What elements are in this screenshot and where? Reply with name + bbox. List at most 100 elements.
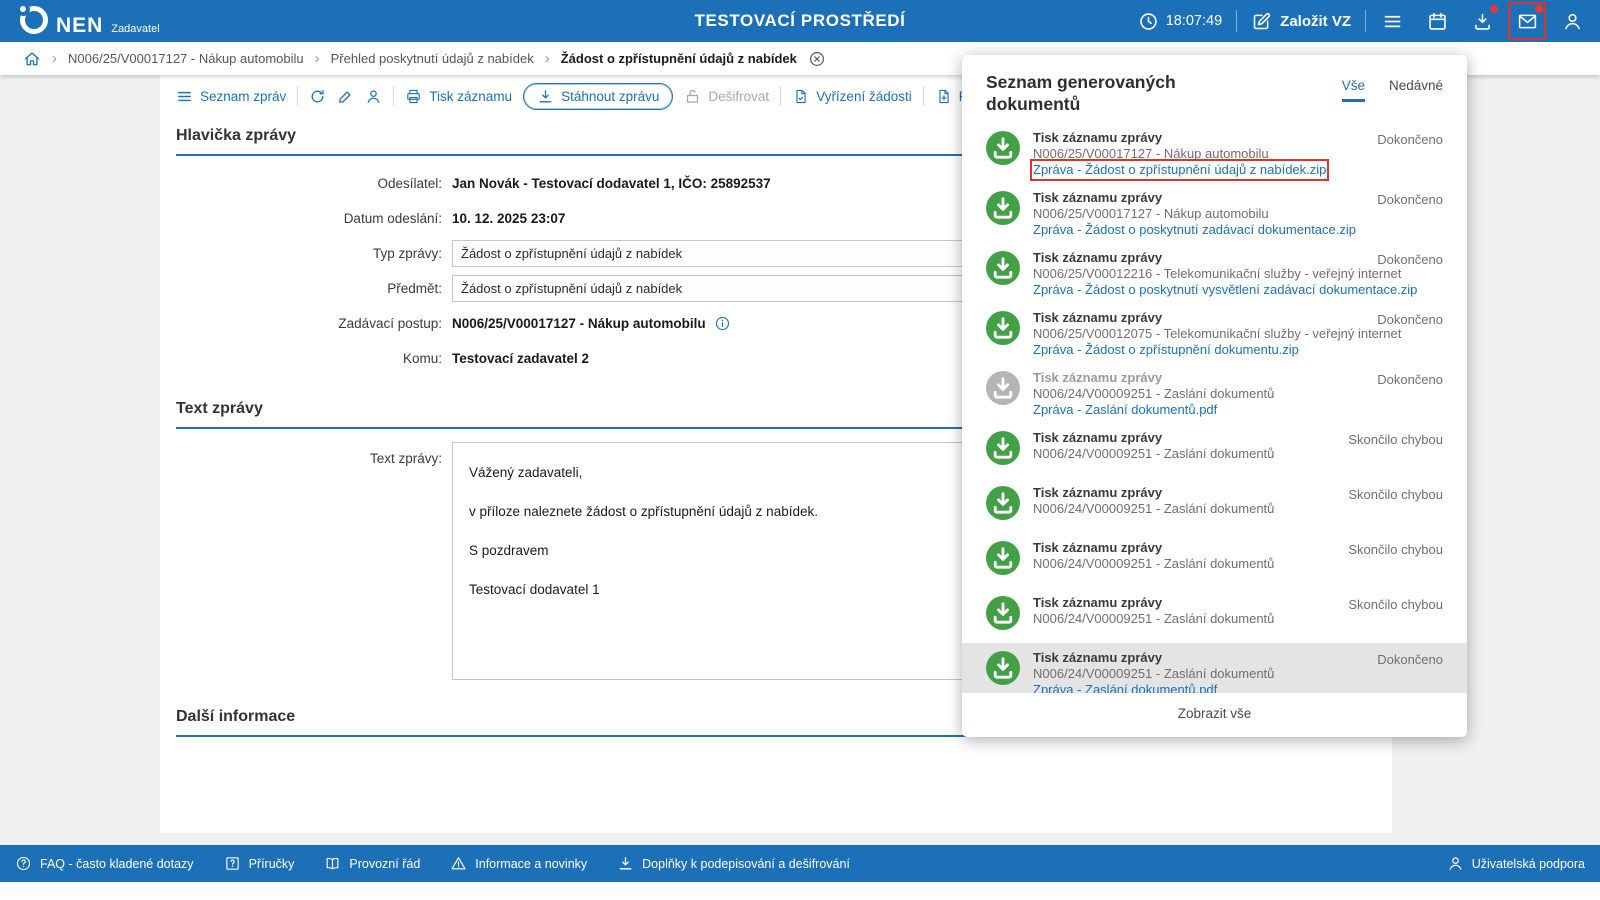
footer-link-plugin[interactable]: Doplňky k podepisování a dešifrování [617, 855, 850, 872]
document-subtitle: N006/25/V00017127 - Nákup automobilu [1033, 146, 1443, 162]
field-text-odesilatel: Jan Novák - Testovací dodavatel 1, IČO: … [452, 176, 771, 191]
refresh-icon [309, 88, 326, 105]
document-download-icon [986, 371, 1020, 405]
field-value-datum-odeslani: 10. 12. 2025 23:07 [452, 211, 565, 226]
document-download-link[interactable]: Zpráva - Žádost o poskytnutí zadávací do… [1033, 222, 1356, 238]
document-item-5[interactable]: Tisk záznamu zprávyN006/24/V00009251 - Z… [962, 423, 1467, 478]
document-download-icon [986, 191, 1020, 225]
pencil-icon [337, 88, 354, 105]
document-item-6[interactable]: Tisk záznamu zprávyN006/24/V00009251 - Z… [962, 478, 1467, 533]
downloads-button[interactable] [1470, 9, 1494, 33]
footer-support-link[interactable]: Uživatelská podpora [1447, 855, 1585, 872]
document-download-link[interactable]: Zpráva - Zaslání dokumentů.pdf [1033, 402, 1217, 418]
warning-icon [450, 855, 467, 872]
document-status: Dokončeno [1377, 192, 1443, 207]
document-subtitle: N006/24/V00009251 - Zaslání dokumentů [1033, 666, 1443, 682]
main-menu-button[interactable] [1380, 9, 1404, 33]
breadcrumb-item-0[interactable]: N006/25/V00017127 - Nákup automobilu [68, 51, 304, 66]
document-status: Skončilo chybou [1348, 542, 1443, 557]
toolbar-label: Tisk záznamu [429, 89, 512, 104]
contact-button[interactable] [365, 88, 382, 105]
session-clock: 18:07:49 [1138, 11, 1222, 32]
refresh-button[interactable] [309, 88, 326, 105]
document-item-4[interactable]: Tisk záznamu zprávyN006/24/V00009251 - Z… [962, 363, 1467, 423]
footer-link-book[interactable]: Provozní řád [324, 855, 420, 872]
document-item-3[interactable]: Tisk záznamu zprávyN006/25/V00012075 - T… [962, 303, 1467, 363]
document-subtitle: N006/25/V00012075 - Telekomunikační služ… [1033, 326, 1443, 342]
profile-button[interactable] [1560, 9, 1584, 33]
field-label-zadavaci-postup: Zadávací postup: [176, 316, 452, 331]
close-breadcrumb-icon[interactable] [808, 50, 826, 68]
document-download-icon [986, 131, 1020, 165]
document-download-icon [986, 541, 1020, 575]
footer-link-faq[interactable]: FAQ - často kladené dotazy [15, 855, 194, 872]
document-download-link[interactable]: Zpráva - Žádost o poskytnutí vysvětlení … [1033, 282, 1417, 298]
menu-icon [1382, 11, 1403, 32]
document-item-9[interactable]: Tisk záznamu zprávyN006/24/V00009251 - Z… [962, 643, 1467, 693]
document-download-link[interactable]: Zpráva - Zaslání dokumentů.pdf [1033, 682, 1217, 693]
document-subtitle: N006/24/V00009251 - Zaslání dokumentů [1033, 386, 1443, 402]
document-download-icon [986, 251, 1020, 285]
footer-label: Provozní řád [349, 857, 420, 871]
breadcrumb-item-1[interactable]: Přehled poskytnutí údajů z nabídek [331, 51, 534, 66]
document-item-0[interactable]: Tisk záznamu zprávyN006/25/V00017127 - N… [962, 123, 1467, 183]
document-download-icon [986, 311, 1020, 345]
nen-logo-icon [20, 6, 48, 34]
toolbar-label: Dešifrovat [708, 89, 769, 104]
calendar-button[interactable] [1425, 9, 1449, 33]
panel-tab-1[interactable]: Nedávné [1389, 78, 1443, 99]
document-status: Dokončeno [1377, 132, 1443, 147]
document-item-8[interactable]: Tisk záznamu zprávyN006/24/V00009251 - Z… [962, 588, 1467, 643]
create-vz-label: Založit VZ [1280, 13, 1351, 30]
show-all-link[interactable]: Zobrazit vše [962, 693, 1467, 737]
breadcrumb-item-2[interactable]: Žádost o zpřístupnění údajů z nabídek [561, 51, 797, 66]
messages-button[interactable] [1515, 9, 1539, 33]
document-subtitle: N006/24/V00009251 - Zaslání dokumentů [1033, 611, 1443, 627]
page-bottom-spacer [0, 882, 1600, 900]
document-status: Skončilo chybou [1348, 432, 1443, 447]
panel-tab-0[interactable]: Vše [1342, 78, 1365, 102]
download-tray-icon [1472, 11, 1493, 32]
document-download-icon [986, 651, 1020, 685]
footer-support-label: Uživatelská podpora [1472, 857, 1585, 871]
document-download-icon [986, 486, 1020, 520]
toolbar-divider [923, 86, 924, 106]
manual-icon [224, 855, 241, 872]
document-subtitle: N006/24/V00009251 - Zaslání dokumentů [1033, 446, 1443, 462]
message-list-button[interactable]: Seznam zpráv [176, 88, 286, 105]
field-text-zadavaci-postup: N006/25/V00017127 - Nákup automobilu [452, 316, 706, 331]
docAttach-icon [935, 88, 952, 105]
nen-logo[interactable]: NEN Zadavatel [0, 6, 160, 36]
info-icon[interactable] [714, 315, 731, 332]
create-vz-button[interactable]: Založit VZ [1251, 11, 1351, 32]
toolbar-divider [780, 86, 781, 106]
chevron-right-icon: › [315, 51, 320, 66]
document-item-1[interactable]: Tisk záznamu zprávyN006/25/V00017127 - N… [962, 183, 1467, 243]
unlock-icon [684, 88, 701, 105]
person-icon [365, 88, 382, 105]
plugin-icon [617, 855, 634, 872]
document-download-link[interactable]: Zpráva - Žádost o zpřístupnění údajů z n… [1033, 162, 1326, 178]
divider [1365, 10, 1366, 32]
home-icon[interactable] [23, 50, 41, 68]
document-item-2[interactable]: Tisk záznamu zprávyN006/25/V00012216 - T… [962, 243, 1467, 303]
download-message-button[interactable]: Stáhnout zprávu [523, 83, 673, 110]
field-label-typ-zpravy: Typ zprávy: [176, 246, 452, 261]
footer-label: Příručky [249, 857, 295, 871]
footer-link-warning[interactable]: Informace a novinky [450, 855, 587, 872]
print-record-button[interactable]: Tisk záznamu [405, 88, 512, 105]
document-item-7[interactable]: Tisk záznamu zprávyN006/24/V00009251 - Z… [962, 533, 1467, 588]
support-icon [1447, 855, 1464, 872]
document-download-link[interactable]: Zpráva - Žádost o zpřístupnění dokumentu… [1033, 342, 1299, 358]
decrypt-button: Dešifrovat [684, 88, 769, 105]
request-resolution-button[interactable]: Vyřízení žádosti [792, 88, 912, 105]
document-status: Skončilo chybou [1348, 487, 1443, 502]
footer-link-manual[interactable]: Příručky [224, 855, 295, 872]
field-label-datum-odeslani: Datum odeslání: [176, 211, 452, 226]
envelope-icon [1517, 11, 1538, 32]
footer-label: Informace a novinky [475, 857, 587, 871]
footer-label: Doplňky k podepisování a dešifrování [642, 857, 850, 871]
edit-button[interactable] [337, 88, 354, 105]
notification-badge [1490, 5, 1498, 13]
panel-title: Seznam generovaných dokumentů [986, 71, 1236, 115]
